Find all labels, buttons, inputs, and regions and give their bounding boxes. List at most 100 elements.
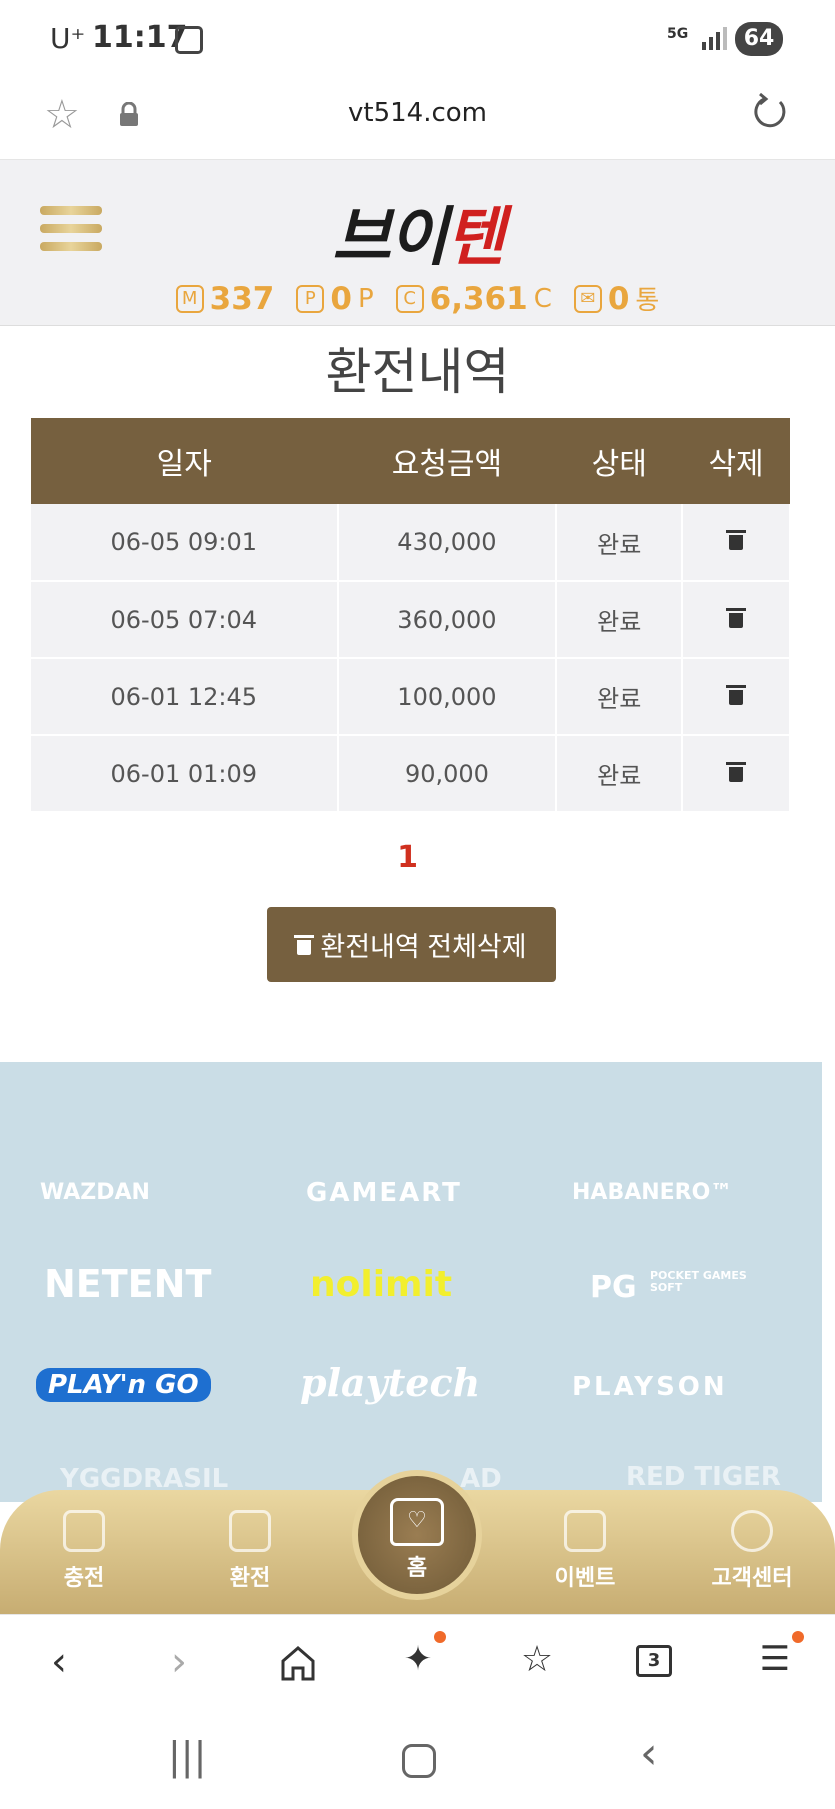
nav-label: 이벤트 <box>554 1566 616 1591</box>
tabs-icon[interactable]: 3 <box>636 1645 672 1677</box>
menu-icon[interactable]: ☰ <box>750 1639 800 1679</box>
provider-logo-netent: NETENT <box>44 1262 212 1306</box>
clock: 11:17 <box>92 20 188 55</box>
row-amount: 430,000 <box>337 504 558 582</box>
trash-icon <box>726 761 747 782</box>
page-title: 환전내역 <box>325 343 510 401</box>
row-status: 완료 <box>556 735 684 813</box>
nav-label: 고객센터 <box>711 1566 793 1591</box>
table-row: 06-01 01:09 90,000 완료 <box>31 735 791 813</box>
stat-unit: C <box>533 283 552 314</box>
stat-value: 0 <box>607 280 630 317</box>
user-stats: M 337 P 0 P C 6,361 C ✉ 0 통 <box>0 280 835 317</box>
provider-logo-playtech: playtech <box>300 1360 481 1405</box>
delete-all-button[interactable]: 환전내역 전체삭제 <box>267 907 556 982</box>
stat-value: 337 <box>209 280 275 317</box>
provider-logo-gameart: GAMEART <box>306 1178 462 1208</box>
browser-toolbar: ‹ › ✦ ☆ 3 ☰ <box>0 1614 835 1714</box>
provider-logo-pg-soft: POCKET GAMES SOFT <box>650 1269 747 1294</box>
provider-logo-nolimit: nolimit <box>310 1264 453 1305</box>
nav-exchange[interactable]: 환전 <box>190 1510 310 1592</box>
provider-logos: WAZDAN GAMEART HABANERO™ NETENT nolimit … <box>0 1062 822 1502</box>
back-icon[interactable]: ‹ <box>34 1639 84 1685</box>
stat-point[interactable]: P 0 P <box>296 280 374 317</box>
signal-icon <box>702 27 727 50</box>
column-header-status: 상태 <box>556 418 683 504</box>
exchange-history-table: 일자 요청금액 상태 삭제 06-05 09:01 430,000 완료 06-… <box>31 418 791 813</box>
row-amount: 360,000 <box>337 581 558 659</box>
table-row: 06-05 09:01 430,000 완료 <box>31 504 791 582</box>
nav-label: 충전 <box>63 1566 105 1591</box>
home-heart-icon: ♡ <box>390 1498 444 1546</box>
forward-icon[interactable]: › <box>154 1639 204 1685</box>
stat-value: 0 <box>330 280 352 317</box>
logo-text-red: 텐 <box>445 201 505 275</box>
nav-label: 환전 <box>229 1566 271 1591</box>
headset-icon <box>731 1510 773 1552</box>
provider-logo-wazdan: WAZDAN <box>40 1180 150 1205</box>
screenshot-icon <box>175 26 203 54</box>
wallet-icon <box>229 1510 271 1552</box>
column-header-delete: 삭제 <box>682 418 790 504</box>
mail-icon: ✉ <box>573 284 602 313</box>
nav-home[interactable]: ♡ 홈 <box>352 1470 482 1600</box>
row-date: 06-05 09:01 <box>31 504 339 582</box>
stat-value: 6,361 <box>429 280 528 317</box>
provider-logo-pg-mark: PG <box>590 1270 637 1305</box>
nav-event[interactable]: 이벤트 <box>525 1510 645 1592</box>
table-row: 06-01 12:45 100,000 완료 <box>31 658 791 736</box>
money-icon <box>63 1510 105 1552</box>
site-header: 브이텐 M 337 P 0 P C 6,361 C ✉ 0 통 <box>0 160 835 326</box>
status-bar: U⁺ 11:17 5G 64 <box>0 0 835 78</box>
stat-unit: P <box>357 283 374 314</box>
row-date: 06-01 01:09 <box>31 735 339 813</box>
logo-text-dark: 브이 <box>332 201 448 275</box>
stat-unit: 통 <box>635 286 660 316</box>
row-delete-button[interactable] <box>682 504 791 582</box>
row-delete-button[interactable] <box>682 658 791 736</box>
coin-icon: C <box>395 284 424 313</box>
provider-logo-playngo: PLAY'n GO <box>36 1368 211 1402</box>
recent-apps-icon[interactable]: ||| <box>168 1734 206 1778</box>
delete-all-label: 환전내역 전체삭제 <box>320 932 527 962</box>
point-icon: P <box>296 284 325 313</box>
browser-url-bar: ☆ vt514.com <box>0 78 835 160</box>
system-back-icon[interactable]: ‹ <box>640 1728 658 1779</box>
row-status: 완료 <box>556 504 684 582</box>
row-amount: 90,000 <box>337 735 558 813</box>
row-status: 완료 <box>556 581 684 659</box>
stat-messages[interactable]: ✉ 0 통 <box>573 280 660 317</box>
money-icon: M <box>175 284 204 313</box>
notification-dot <box>792 1631 804 1643</box>
stat-money[interactable]: M 337 <box>175 280 275 317</box>
notification-dot <box>434 1631 446 1643</box>
row-amount: 100,000 <box>337 658 558 736</box>
url-text[interactable]: vt514.com <box>0 98 835 128</box>
nav-charge[interactable]: 충전 <box>24 1510 144 1592</box>
system-nav-bar: ||| ‹ <box>0 1714 835 1809</box>
nav-label: 홈 <box>406 1556 428 1581</box>
provider-logo-redtiger: RED TIGER <box>626 1462 781 1492</box>
column-header-amount: 요청금액 <box>337 418 557 504</box>
row-date: 06-05 07:04 <box>31 581 339 659</box>
system-home-icon[interactable] <box>402 1744 436 1778</box>
table-row: 06-05 07:04 360,000 완료 <box>31 581 791 659</box>
trash-icon <box>726 684 747 705</box>
sparkle-icon[interactable]: ✦ <box>393 1639 443 1679</box>
row-status: 완료 <box>556 658 684 736</box>
site-logo[interactable]: 브이텐 <box>0 186 835 278</box>
row-date: 06-01 12:45 <box>31 658 339 736</box>
home-icon[interactable] <box>278 1643 318 1683</box>
bookmarks-icon[interactable]: ☆ <box>512 1639 562 1680</box>
carrier-label: U⁺ <box>50 22 86 55</box>
provider-logo-habanero: HABANERO™ <box>572 1180 733 1205</box>
pagination-page[interactable]: 1 <box>0 840 825 875</box>
provider-logo-playson: PLAYSON <box>572 1372 728 1402</box>
row-delete-button[interactable] <box>682 581 791 659</box>
stat-coin[interactable]: C 6,361 C <box>395 280 552 317</box>
gift-icon <box>564 1510 606 1552</box>
nav-support[interactable]: 고객센터 <box>692 1510 812 1592</box>
reload-icon[interactable] <box>750 92 790 132</box>
battery-indicator: 64 <box>735 22 783 56</box>
row-delete-button[interactable] <box>682 735 791 813</box>
